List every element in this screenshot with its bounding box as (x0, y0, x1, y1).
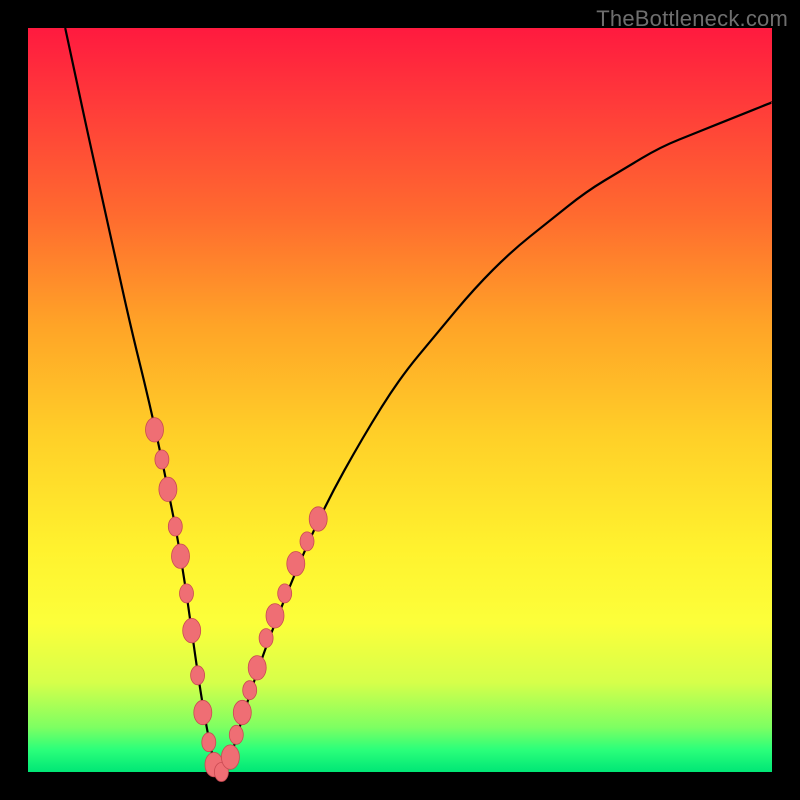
marker-bead (180, 584, 194, 603)
marker-bead (287, 552, 305, 576)
marker-bead (243, 681, 257, 700)
marker-bead (300, 532, 314, 551)
marker-bead (259, 629, 273, 648)
marker-bead (221, 745, 239, 769)
marker-bead (266, 604, 284, 628)
marker-bead (248, 656, 266, 680)
marker-bead (168, 517, 182, 536)
chart-frame (28, 28, 772, 772)
curve-markers (146, 418, 328, 782)
watermark-text: TheBottleneck.com (596, 6, 788, 32)
marker-bead (233, 700, 251, 724)
marker-bead (194, 700, 212, 724)
marker-bead (229, 725, 243, 744)
marker-bead (146, 418, 164, 442)
marker-bead (172, 544, 190, 568)
marker-bead (191, 666, 205, 685)
marker-bead (202, 733, 216, 752)
bottleneck-curve (65, 28, 772, 765)
marker-bead (309, 507, 327, 531)
marker-bead (278, 584, 292, 603)
marker-bead (155, 450, 169, 469)
marker-bead (183, 618, 201, 642)
marker-bead (159, 477, 177, 501)
chart-svg (28, 28, 772, 772)
